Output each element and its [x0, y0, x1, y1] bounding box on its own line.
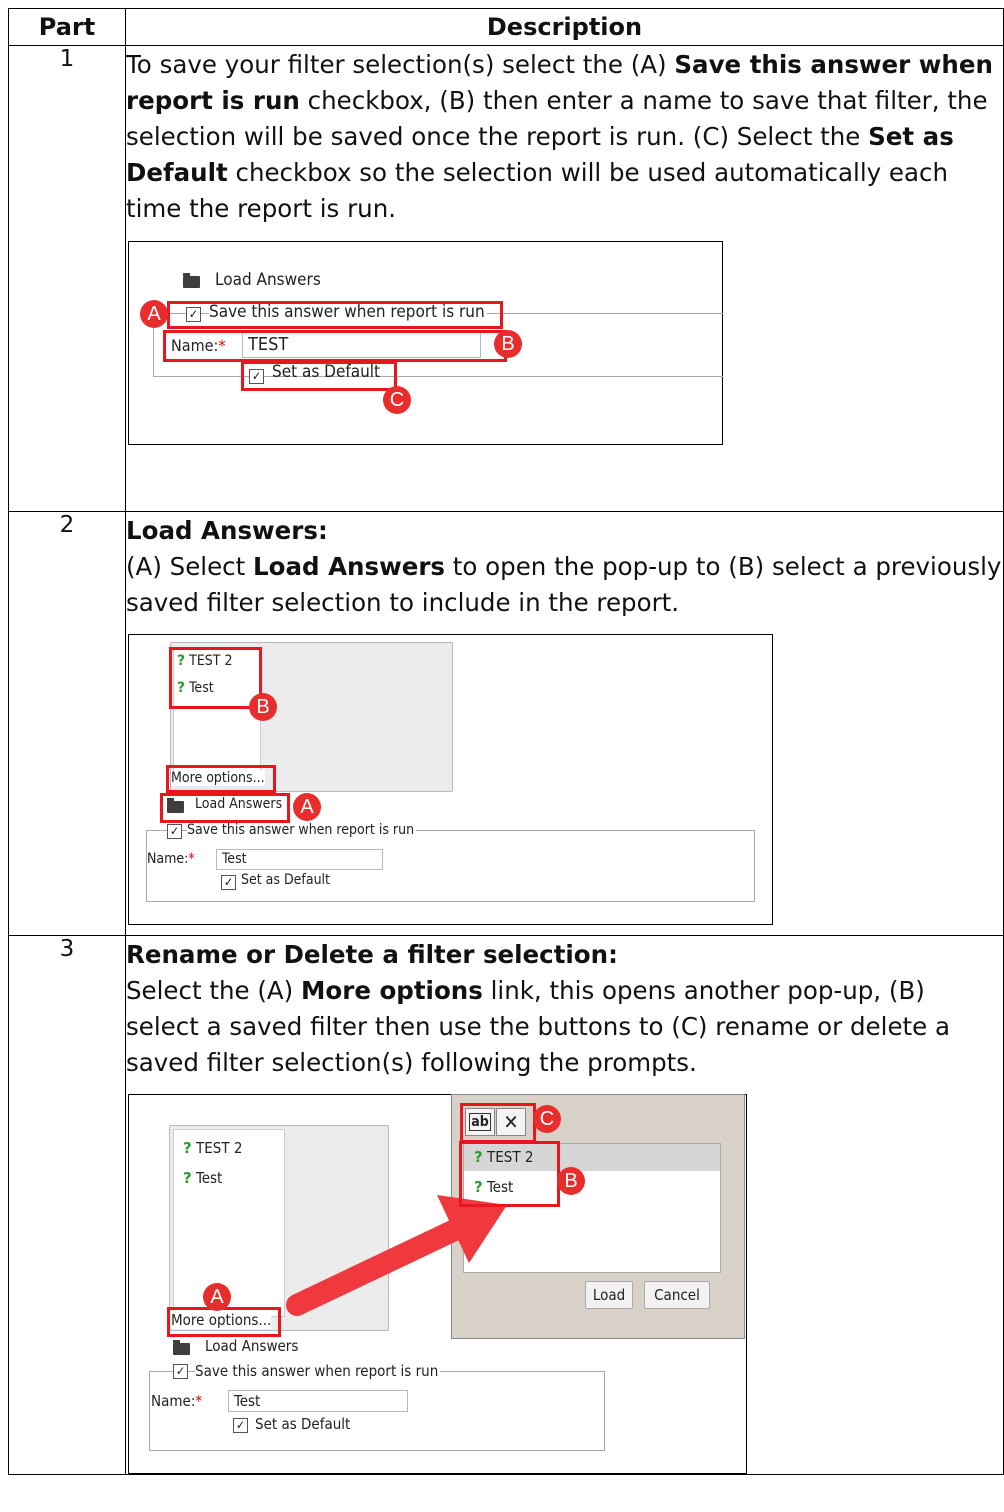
- set-default-label: Set as Default: [241, 872, 330, 888]
- annotation-box-more-options: [166, 765, 276, 793]
- badge-c: C: [533, 1105, 561, 1133]
- set-default-checkbox[interactable]: ✓: [233, 1418, 248, 1433]
- badge-b: B: [249, 693, 277, 721]
- load-button[interactable]: Load: [585, 1281, 633, 1309]
- set-default-checkbox[interactable]: ✓: [221, 875, 236, 890]
- folder-icon: [173, 1340, 190, 1355]
- save-answer-checkbox[interactable]: ✓: [173, 1364, 188, 1379]
- question-icon: ?: [183, 1139, 192, 1157]
- cancel-button[interactable]: Cancel: [644, 1281, 710, 1309]
- part-number: 3: [8, 935, 126, 1475]
- name-input[interactable]: Test: [216, 849, 383, 870]
- question-icon: ?: [183, 1169, 192, 1187]
- row1-paragraph: To save your filter selection(s) select …: [126, 50, 993, 223]
- load-answers-link[interactable]: Load Answers: [205, 1337, 298, 1355]
- list-item[interactable]: ? TEST 2: [183, 1139, 242, 1157]
- badge-a: A: [140, 300, 168, 328]
- badge-b: B: [494, 330, 522, 358]
- badge-a: A: [293, 793, 321, 821]
- row3-screenshot: ? TEST 2 ? Test More options... Load Ans…: [128, 1094, 747, 1474]
- annotation-box-a: [160, 793, 290, 823]
- annotation-box-b: [169, 647, 262, 709]
- annotation-box-c: [460, 1103, 536, 1143]
- annotation-box-b: [459, 1141, 560, 1207]
- save-answer-label: Save this answer when report is run: [195, 1362, 441, 1380]
- save-answer-checkbox[interactable]: ✓: [167, 824, 182, 839]
- badge-c: C: [383, 386, 411, 414]
- name-label: Name:*: [147, 851, 195, 867]
- load-answers-link[interactable]: Load Answers: [215, 270, 321, 290]
- set-default-label: Set as Default: [255, 1415, 351, 1433]
- description-cell: To save your filter selection(s) select …: [125, 45, 1004, 512]
- part-number: 1: [8, 45, 126, 512]
- table-row: 1 To save your filter selection(s) selec…: [8, 45, 1004, 512]
- instructions-table: Part Description 1 To save your filter s…: [8, 8, 1004, 1475]
- annotation-box-a: [167, 1307, 281, 1337]
- part-number: 2: [8, 511, 126, 936]
- description-cell: Load Answers: (A) Select Load Answers to …: [125, 511, 1004, 936]
- row1-screenshot: Load Answers ✓ Save this answer when rep…: [128, 241, 723, 445]
- badge-a: A: [203, 1283, 231, 1311]
- annotation-box-c: [241, 361, 397, 391]
- annotation-box-a: [167, 301, 503, 329]
- row3-paragraph: Rename or Delete a filter selection: Sele…: [126, 940, 950, 1077]
- badge-b: B: [557, 1167, 585, 1195]
- save-answer-label: Save this answer when report is run: [187, 822, 417, 838]
- row2-screenshot: ? TEST 2 ? Test More options... Load Ans…: [128, 634, 773, 925]
- table-row: 2 Load Answers: (A) Select Load Answers t…: [8, 511, 1004, 936]
- description-cell: Rename or Delete a filter selection: Sele…: [125, 935, 1004, 1475]
- table-row: 3 Rename or Delete a filter selection: Se…: [8, 935, 1004, 1475]
- name-label: Name:*: [151, 1392, 203, 1410]
- list-item[interactable]: ? Test: [183, 1169, 222, 1187]
- folder-icon: [183, 273, 200, 288]
- row2-paragraph: Load Answers: (A) Select Load Answers to …: [126, 516, 1002, 617]
- part-header: Part: [8, 8, 126, 46]
- table-header-row: Part Description: [8, 8, 1004, 46]
- annotation-box-b: [163, 330, 507, 362]
- description-header: Description: [125, 8, 1004, 46]
- name-input[interactable]: Test: [228, 1390, 408, 1412]
